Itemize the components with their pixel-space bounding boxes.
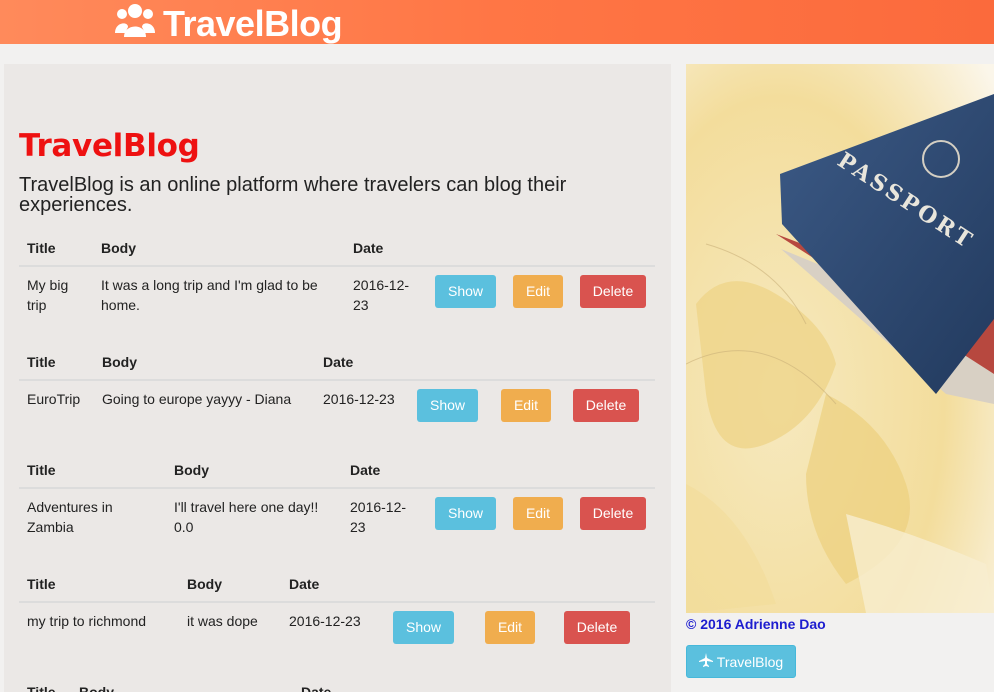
post-body: it was dope xyxy=(187,613,258,629)
column-header-body: Body xyxy=(166,452,342,489)
post-title: my trip to richmond xyxy=(27,613,147,629)
column-header-date: Date xyxy=(342,452,427,489)
show-button[interactable]: Show xyxy=(417,389,478,422)
post-title: My big trip xyxy=(27,277,69,313)
post-table: Title Body Date My big trip It was a lon… xyxy=(19,230,655,323)
post-table: Title Body Date Adventures in Zambia I'l… xyxy=(19,452,655,545)
show-button[interactable]: Show xyxy=(435,275,496,308)
column-header-body: Body xyxy=(94,344,315,381)
navbar-brand[interactable]: TravelBlog xyxy=(115,3,343,46)
column-header-title: Title xyxy=(19,344,94,381)
post-title: Adventures in Zambia xyxy=(27,499,113,535)
edit-button[interactable]: Edit xyxy=(485,611,535,644)
column-header-date: Date xyxy=(293,674,655,692)
travelblog-button[interactable]: TravelBlog xyxy=(686,645,796,678)
table-row: My big trip It was a long trip and I'm g… xyxy=(19,266,655,323)
column-header-body: Body xyxy=(179,566,281,603)
column-header-body: Body xyxy=(71,674,293,692)
post-body: It was a long trip and I'm glad to be ho… xyxy=(101,277,318,313)
sidebar: PASSPORT © 2016 Adrienne Dao TravelBlog xyxy=(686,64,994,692)
show-button[interactable]: Show xyxy=(393,611,454,644)
brand-text: TravelBlog xyxy=(163,3,343,44)
main-panel: TravelBlog TravelBlog is an online platf… xyxy=(4,64,671,692)
column-header-title: Title xyxy=(19,452,166,489)
column-header-title: Title xyxy=(19,566,179,603)
table-header-row: Title Body Date xyxy=(19,230,655,267)
table-header-row: Title Body Date xyxy=(19,344,655,381)
table-row: my trip to richmond it was dope 2016-12-… xyxy=(19,602,655,652)
passport-on-map-photo: PASSPORT xyxy=(686,64,994,613)
users-icon xyxy=(115,3,155,46)
post-date: 2016-12-23 xyxy=(323,391,395,407)
table-header-row: Title Body Date xyxy=(19,566,655,603)
delete-button[interactable]: Delete xyxy=(580,275,646,308)
edit-button[interactable]: Edit xyxy=(501,389,551,422)
edit-button[interactable]: Edit xyxy=(513,497,563,530)
delete-button[interactable]: Delete xyxy=(573,389,639,422)
table-header-row: Title Body Date xyxy=(19,674,655,692)
table-row: EuroTrip Going to europe yayyy - Diana 2… xyxy=(19,380,655,430)
page-title: TravelBlog xyxy=(19,128,200,164)
column-header-date: Date xyxy=(281,566,385,603)
navbar: TravelBlog xyxy=(0,0,994,44)
show-button[interactable]: Show xyxy=(435,497,496,530)
column-header-date: Date xyxy=(315,344,409,381)
post-table: Title Body Date xyxy=(19,674,655,692)
post-body: I'll travel here one day!! 0.0 xyxy=(174,499,319,535)
post-date: 2016-12-23 xyxy=(350,499,407,535)
plane-icon xyxy=(698,653,713,670)
column-header-body: Body xyxy=(93,230,345,267)
page-description: TravelBlog is an online platform where t… xyxy=(19,174,567,216)
post-table: Title Body Date EuroTrip Going to europe… xyxy=(19,344,655,430)
post-date: 2016-12-23 xyxy=(353,277,410,313)
column-header-title: Title xyxy=(19,674,71,692)
post-table: Title Body Date my trip to richmond it w… xyxy=(19,566,655,652)
table-header-row: Title Body Date xyxy=(19,452,655,489)
column-header-title: Title xyxy=(19,230,93,267)
post-body: Going to europe yayyy - Diana xyxy=(102,391,292,407)
column-header-date: Date xyxy=(345,230,427,267)
post-title: EuroTrip xyxy=(27,391,81,407)
copyright-text: © 2016 Adrienne Dao xyxy=(686,616,826,632)
edit-button[interactable]: Edit xyxy=(513,275,563,308)
delete-button[interactable]: Delete xyxy=(580,497,646,530)
travelblog-button-label: TravelBlog xyxy=(716,653,784,670)
table-row: Adventures in Zambia I'll travel here on… xyxy=(19,488,655,545)
delete-button[interactable]: Delete xyxy=(564,611,630,644)
post-date: 2016-12-23 xyxy=(289,613,361,629)
